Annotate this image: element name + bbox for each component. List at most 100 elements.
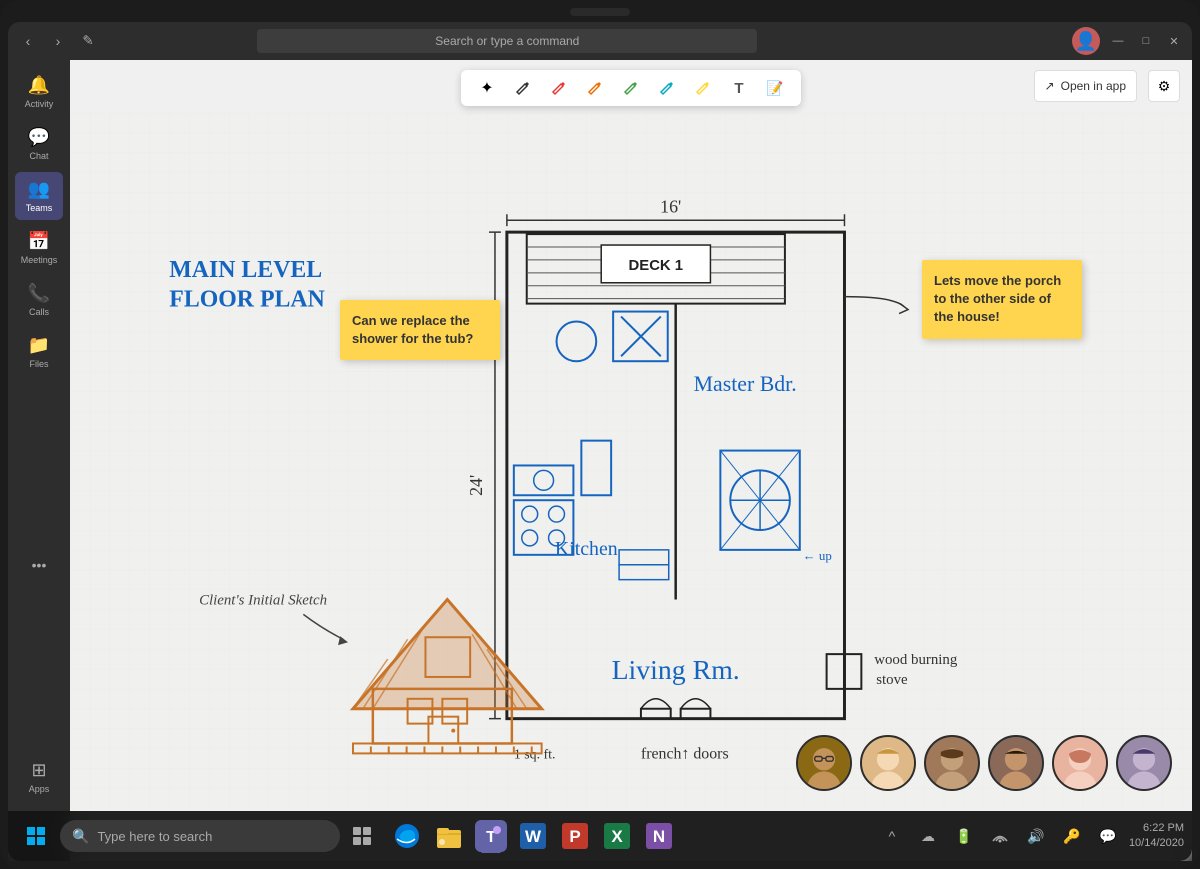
sidebar-item-activity[interactable]: 🔔 Activity xyxy=(15,68,63,116)
taskbar-word[interactable]: W xyxy=(514,817,552,855)
sidebar-item-files[interactable]: 📁 Files xyxy=(15,328,63,376)
settings-icon: ⚙ xyxy=(1158,78,1171,95)
taskbar-apps: T W P xyxy=(388,817,678,855)
calls-label: Calls xyxy=(29,307,49,317)
nav-back-button[interactable]: ‹ xyxy=(16,29,40,53)
sticky-note-2-text: Lets move the porch to the other side of… xyxy=(934,273,1061,324)
files-label: Files xyxy=(29,359,48,369)
pen-blue-tool[interactable] xyxy=(689,74,717,102)
select-tool[interactable]: ✦ xyxy=(473,74,501,102)
chat-icon: 💬 xyxy=(28,127,50,148)
settings-button[interactable]: ⚙ xyxy=(1148,70,1180,102)
participant-face-5 xyxy=(1054,737,1106,789)
sticky-note-1-text: Can we replace the shower for the tub? xyxy=(352,313,473,346)
participant-face-3 xyxy=(926,737,978,789)
activity-label: Activity xyxy=(25,99,54,109)
sticky-note-1[interactable]: Can we replace the shower for the tub? xyxy=(340,300,500,360)
participants-bar xyxy=(796,735,1172,791)
pen-red-tool[interactable] xyxy=(545,74,573,102)
svg-text:X: X xyxy=(611,827,623,846)
taskbar-excel[interactable]: X xyxy=(598,817,636,855)
activity-icon: 🔔 xyxy=(28,75,50,96)
apps-icon: ⊞ xyxy=(31,760,46,781)
start-button[interactable] xyxy=(16,816,56,856)
sidebar: 🔔 Activity 💬 Chat 👥 Teams 📅 Meetings 📞 xyxy=(8,60,70,861)
sidebar-item-chat[interactable]: 💬 Chat xyxy=(15,120,63,168)
title-bar-right: 👤 — □ ✕ xyxy=(1072,27,1184,55)
sidebar-item-meetings[interactable]: 📅 Meetings xyxy=(15,224,63,272)
meetings-label: Meetings xyxy=(21,255,58,265)
apps-label: Apps xyxy=(29,784,50,794)
cloud-icon[interactable]: ☁ xyxy=(913,821,943,851)
calls-icon: 📞 xyxy=(28,283,50,304)
maximize-button[interactable]: □ xyxy=(1136,31,1156,51)
windows-logo xyxy=(27,827,45,845)
svg-text:24': 24' xyxy=(466,475,486,496)
sidebar-item-teams[interactable]: 👥 Teams xyxy=(15,172,63,220)
svg-text:W: W xyxy=(525,827,542,846)
clock-time: 6:22 PM xyxy=(1129,821,1184,836)
svg-text:P: P xyxy=(569,827,580,846)
teams-icon: 👥 xyxy=(28,179,50,200)
search-icon: 🔍 xyxy=(72,828,89,845)
more-icon: ••• xyxy=(32,557,47,573)
participant-avatar-3[interactable] xyxy=(924,735,980,791)
sidebar-item-calls[interactable]: 📞 Calls xyxy=(15,276,63,324)
minimize-button[interactable]: — xyxy=(1108,31,1128,51)
files-icon: 📁 xyxy=(28,335,50,356)
taskbar-search[interactable]: 🔍 Type here to search xyxy=(60,820,340,852)
taskbar-edge[interactable] xyxy=(388,817,426,855)
taskbar-onenote[interactable]: N xyxy=(640,817,678,855)
volume-icon[interactable]: 🔊 xyxy=(1021,821,1051,851)
search-bar[interactable]: Search or type a command xyxy=(257,29,757,53)
participant-avatar-4[interactable] xyxy=(988,735,1044,791)
taskbar-explorer[interactable] xyxy=(430,817,468,855)
chat-label: Chat xyxy=(29,151,48,161)
pen-teal-tool[interactable] xyxy=(653,74,681,102)
open-in-app-button[interactable]: ↗ Open in app xyxy=(1034,70,1137,102)
security-icon[interactable]: 🔑 xyxy=(1057,821,1087,851)
clock-date: 10/14/2020 xyxy=(1129,836,1184,851)
pen-green-tool[interactable] xyxy=(617,74,645,102)
open-in-app-label: Open in app xyxy=(1061,79,1126,93)
participant-avatar-6[interactable] xyxy=(1116,735,1172,791)
meetings-icon: 📅 xyxy=(28,231,50,252)
svg-text:DECK 1: DECK 1 xyxy=(629,258,684,274)
search-placeholder: Search or type a command xyxy=(435,34,579,48)
taskview-button[interactable] xyxy=(344,818,380,854)
participant-avatar-1[interactable] xyxy=(796,735,852,791)
notification-icon[interactable]: 💬 xyxy=(1093,821,1123,851)
svg-text:16': 16' xyxy=(660,196,681,216)
nav-forward-button[interactable]: › xyxy=(46,29,70,53)
text-tool[interactable]: T xyxy=(725,74,753,102)
close-button[interactable]: ✕ xyxy=(1164,31,1184,51)
participant-face-6 xyxy=(1118,737,1170,789)
sticky-note-tool[interactable]: 📝 xyxy=(761,74,789,102)
svg-text:french↑ doors: french↑ doors xyxy=(641,745,729,762)
title-bar: ‹ › ✎ Search or type a command 👤 — □ ✕ xyxy=(8,22,1192,60)
title-bar-left: ‹ › ✎ xyxy=(16,29,100,53)
sticky-note-2[interactable]: Lets move the porch to the other side of… xyxy=(922,260,1082,339)
network-icon[interactable] xyxy=(985,821,1015,851)
camera-notch xyxy=(570,8,630,16)
user-avatar[interactable]: 👤 xyxy=(1072,27,1100,55)
taskbar-teams[interactable]: T xyxy=(472,817,510,855)
participant-avatar-2[interactable] xyxy=(860,735,916,791)
search-text: Type here to search xyxy=(97,829,212,844)
svg-text:← up: ← up xyxy=(803,549,832,563)
taskbar-powerpoint[interactable]: P xyxy=(556,817,594,855)
participant-avatar-5[interactable] xyxy=(1052,735,1108,791)
battery-icon[interactable]: 🔋 xyxy=(949,821,979,851)
pen-dark-tool[interactable] xyxy=(509,74,537,102)
clock: 6:22 PM 10/14/2020 xyxy=(1129,821,1184,852)
tablet-frame: ‹ › ✎ Search or type a command 👤 — □ ✕ xyxy=(0,0,1200,869)
sidebar-item-more[interactable]: ••• xyxy=(15,541,63,589)
edit-icon-button[interactable]: ✎ xyxy=(76,29,100,53)
sidebar-item-apps[interactable]: ⊞ Apps xyxy=(15,753,63,801)
chevron-up-icon[interactable]: ^ xyxy=(877,821,907,851)
whiteboard-container[interactable]: ✦ xyxy=(70,60,1192,861)
svg-text:MAIN LEVEL: MAIN LEVEL xyxy=(169,257,322,283)
pen-coral-tool[interactable] xyxy=(581,74,609,102)
open-in-app-icon: ↗ xyxy=(1045,79,1055,93)
participant-face-1 xyxy=(798,737,850,789)
